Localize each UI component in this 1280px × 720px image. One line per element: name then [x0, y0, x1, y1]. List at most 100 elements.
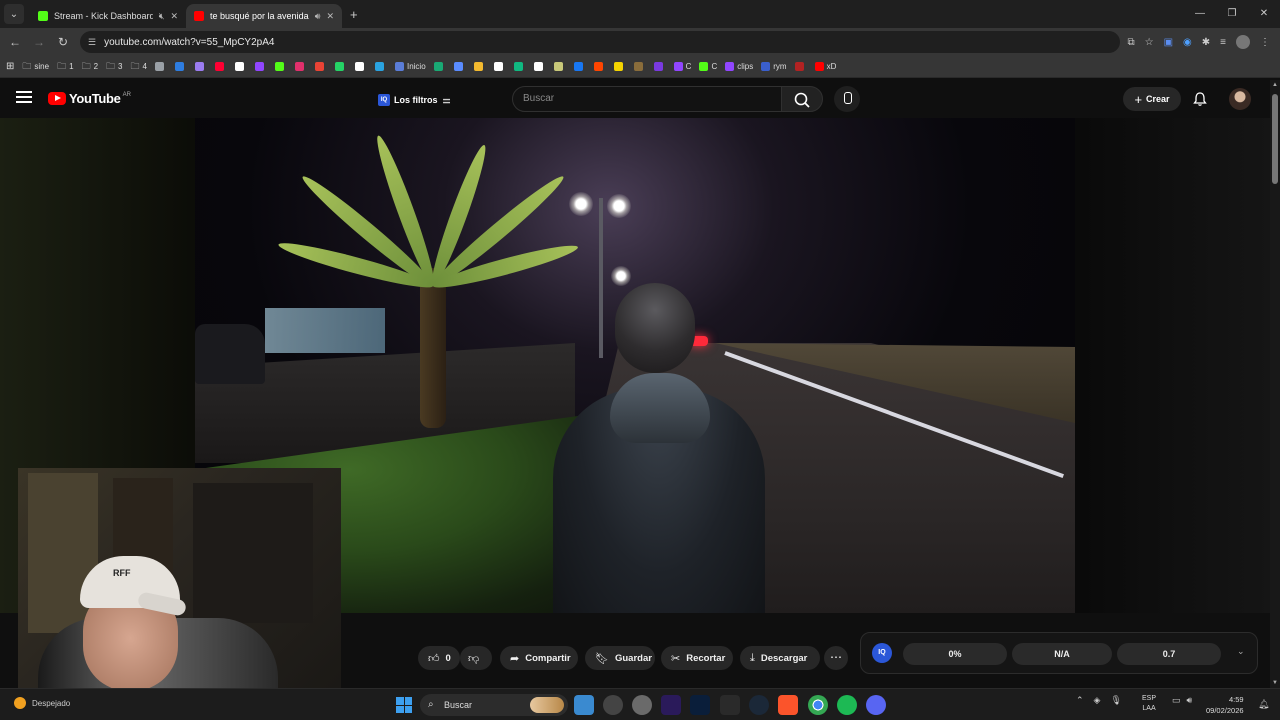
notifications-bell-icon[interactable] [1192, 91, 1208, 107]
clip-button[interactable]: ✂ Recortar [661, 646, 733, 670]
account-avatar[interactable] [1229, 88, 1251, 110]
bookmark-folder[interactable]: 🗀︎ 3 [106, 59, 122, 75]
tab-youtube-video[interactable]: te busqué por la avenida( 🔊︎ ✕ [186, 4, 342, 28]
youtube-logo[interactable]: YouTube AR [48, 91, 131, 106]
notification-bell-icon[interactable]: 🔔︎ [1258, 699, 1269, 710]
bookmark-item[interactable] [354, 62, 367, 71]
discord-icon[interactable] [866, 695, 886, 715]
browser-menu-icon[interactable]: ⋮ [1260, 37, 1270, 48]
bookmark-item[interactable] [794, 62, 807, 71]
search-input[interactable]: Buscar [512, 86, 782, 112]
download-button[interactable]: ⤓ Descargar [740, 646, 820, 670]
discord-tray-icon[interactable]: ◈ [1094, 695, 1101, 706]
bookmark-item[interactable] [653, 62, 666, 71]
voice-search-mic-icon[interactable] [834, 86, 860, 112]
save-button[interactable]: 🔖︎ Guardar [585, 646, 655, 670]
show-hidden-icons-icon[interactable]: ⌃ [1076, 695, 1084, 706]
more-actions-button[interactable]: ⋯ [824, 646, 848, 670]
bookmark-item[interactable] [633, 62, 646, 71]
speaker-muted-icon[interactable]: 🔇︎ [159, 11, 165, 22]
like-button[interactable]: 👍︎ 0 [418, 646, 460, 670]
spotify-icon[interactable] [837, 695, 857, 715]
bookmark-item[interactable] [374, 62, 387, 71]
microphone-icon[interactable]: 🎙︎ [1110, 695, 1121, 706]
minimize-button[interactable]: — [1184, 0, 1216, 28]
bookmark-item[interactable] [254, 62, 267, 71]
premiere-icon[interactable] [661, 695, 681, 715]
bookmark-item[interactable] [493, 62, 506, 71]
taskbar-search[interactable]: ⌕ Buscar [420, 694, 568, 716]
bookmark-item[interactable]: xD [814, 62, 836, 71]
apps-grid-icon[interactable]: ⊞ [6, 61, 14, 72]
bookmark-folder[interactable]: 🗀︎ 1 [57, 59, 73, 75]
bookmark-item[interactable] [573, 62, 586, 71]
bookmark-item[interactable] [453, 62, 466, 71]
bookmark-item[interactable] [314, 62, 327, 71]
bookmark-item[interactable]: Inicio [394, 62, 426, 71]
photoshop-icon[interactable] [690, 695, 710, 715]
dislike-button[interactable]: 👎︎ [460, 646, 492, 670]
quick-settings[interactable]: ▭ 🔊︎ [1172, 695, 1192, 706]
filters-button[interactable]: IQ Los filtros ⚌ [378, 90, 451, 110]
bookmark-item[interactable] [533, 62, 546, 71]
weather-widget[interactable]: Despejado [14, 697, 70, 709]
extensions-puzzle-icon[interactable]: ✱ [1202, 37, 1210, 48]
bookmark-item[interactable] [154, 62, 167, 71]
forward-button[interactable]: → [27, 35, 51, 49]
bookmark-item[interactable] [334, 62, 347, 71]
scrollbar-thumb[interactable] [1272, 94, 1278, 184]
new-tab-button[interactable]: + [350, 7, 358, 22]
profile-avatar[interactable] [1236, 35, 1250, 49]
restore-button[interactable]: ❐ [1216, 0, 1248, 28]
bookmark-folder[interactable]: 🗀︎ sine [22, 59, 49, 75]
clock[interactable]: 4:59 09/02/2026 [1206, 694, 1244, 716]
steam-icon[interactable] [749, 695, 769, 715]
brave-icon[interactable] [778, 695, 798, 715]
bookmark-item[interactable]: C [699, 62, 717, 71]
bookmark-item[interactable]: rym [761, 62, 787, 71]
create-button[interactable]: + Crear [1123, 87, 1181, 111]
tab-search-button[interactable]: ⌄ [4, 4, 24, 24]
install-app-icon[interactable]: ⧉ [1127, 37, 1134, 48]
chrome-icon[interactable] [808, 695, 828, 715]
bookmark-item[interactable] [613, 62, 626, 71]
menu-hamburger-icon[interactable] [16, 91, 32, 103]
file-explorer-icon[interactable] [574, 695, 594, 715]
obs-icon[interactable] [603, 695, 623, 715]
tab-close-icon[interactable]: ✕ [326, 11, 334, 22]
bookmark-item[interactable] [274, 62, 287, 71]
translate-extension-icon[interactable]: ▣ [1164, 37, 1173, 48]
scroll-up-icon[interactable]: ▲ [1272, 82, 1278, 88]
iq-badge[interactable]: IQ [872, 643, 892, 663]
edge-like-app-icon[interactable] [632, 695, 652, 715]
close-window-button[interactable]: ✕ [1248, 0, 1280, 28]
search-button[interactable] [781, 86, 823, 112]
bookmark-item[interactable] [294, 62, 307, 71]
speaker-icon[interactable]: 🔊︎ [315, 11, 321, 22]
bookmark-folder[interactable]: 🗀︎ 2 [82, 59, 98, 75]
bookmark-item[interactable] [473, 62, 486, 71]
input-language[interactable]: ESP LAA [1142, 694, 1156, 714]
extension-icon[interactable]: ◉ [1183, 37, 1192, 48]
page-scrollbar[interactable]: ▲ ▼ [1270, 80, 1280, 688]
bookmark-item[interactable] [214, 62, 227, 71]
epic-games-icon[interactable] [720, 695, 740, 715]
start-button[interactable] [396, 697, 412, 713]
share-button[interactable]: ➦ Compartir [500, 646, 578, 670]
bookmark-item[interactable]: clips [725, 62, 753, 71]
scroll-down-icon[interactable]: ▼ [1272, 680, 1278, 686]
bookmark-item[interactable] [194, 62, 207, 71]
bookmark-item[interactable] [593, 62, 606, 71]
chevron-down-icon[interactable]: ⌄ [1237, 646, 1245, 657]
reload-button[interactable]: ↻ [51, 35, 75, 49]
bookmark-item[interactable] [513, 62, 526, 71]
bookmark-star-icon[interactable]: ☆ [1145, 37, 1154, 48]
bookmark-item[interactable] [553, 62, 566, 71]
bookmark-folder[interactable]: 🗀︎ 4 [131, 59, 147, 75]
bookmark-item[interactable] [433, 62, 446, 71]
bookmark-item[interactable] [174, 62, 187, 71]
back-button[interactable]: ← [3, 35, 27, 49]
tab-close-icon[interactable]: ✕ [170, 11, 178, 22]
bookmark-item[interactable] [234, 62, 247, 71]
tab-kick-dashboard[interactable]: Stream - Kick Dashboard 🔇︎ ✕ [30, 4, 186, 28]
